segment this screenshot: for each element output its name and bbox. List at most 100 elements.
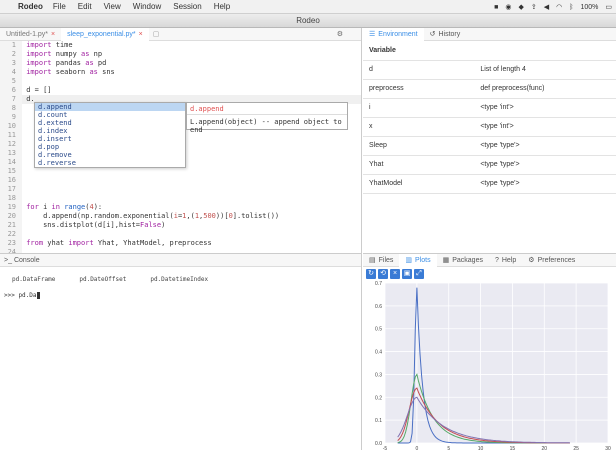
bluetooth-icon[interactable]: ᛒ xyxy=(569,4,573,11)
menu-view[interactable]: View xyxy=(104,2,121,11)
wifi-icon[interactable]: ◠ xyxy=(556,3,562,11)
table-row[interactable]: preprocess def preprocess(func) xyxy=(363,79,616,99)
autocomplete-doc: d.append L.append(object) -- append obje… xyxy=(186,102,348,134)
table-row[interactable]: x <type 'int'> xyxy=(363,117,616,137)
tab-history[interactable]: ↺ History xyxy=(424,28,467,41)
code-line: 21 sns.distplot(d[i],hist=False) xyxy=(0,221,361,230)
table-row[interactable]: i <type 'int'> xyxy=(363,98,616,118)
autocomplete-item[interactable]: d.extend xyxy=(35,119,185,127)
y-tick-label: 0.4 xyxy=(375,350,382,356)
environment-pane: ☰ Environment ↺ History Variable d List o… xyxy=(363,27,616,253)
editor-tabs: Untitled-1.py* × sleep_exponential.py* ×… xyxy=(0,27,361,41)
table-header: Variable xyxy=(363,41,616,61)
suggestion[interactable]: pd.DateOffset xyxy=(79,276,126,283)
refresh-icon[interactable]: ↻ xyxy=(366,269,376,279)
y-tick-label: 0.7 xyxy=(375,281,382,287)
doc-title: d.append xyxy=(187,103,347,115)
package-icon: ▦ xyxy=(442,256,450,264)
console-prompt[interactable]: >>> pd.Da xyxy=(4,292,40,299)
tab-label: Untitled-1.py* xyxy=(6,30,49,38)
plot-background xyxy=(385,283,608,443)
tab-files[interactable]: ▤ Files xyxy=(363,254,399,267)
code-line: 15 xyxy=(0,167,361,176)
battery-icon[interactable]: ▭ xyxy=(605,3,612,11)
tab-label: Packages xyxy=(452,256,483,264)
menu-window[interactable]: Window xyxy=(133,2,161,11)
code-line: 19 for i in range(4): xyxy=(0,203,361,212)
code-line: 2 import numpy as np xyxy=(0,50,361,59)
code-line: 1 import time xyxy=(0,41,361,50)
volume-icon[interactable]: ◀ xyxy=(544,3,549,11)
battery-text: 100% xyxy=(580,3,599,11)
plots-pane: ▤ Files ▥ Plots ▦ Packages ? Help ⚙ Preferenc… xyxy=(363,253,616,450)
menu-edit[interactable]: Edit xyxy=(78,2,92,11)
tab-environment[interactable]: ☰ Environment xyxy=(363,27,424,41)
density-plot: 0.7 0.6 0.5 0.4 0.3 0.2 0.1 0.0-5 0 5 10 15 20 25 30 xyxy=(375,281,611,450)
new-tab-icon[interactable]: ▢ xyxy=(153,30,160,38)
camera-icon[interactable]: ■ xyxy=(494,4,498,11)
rotate-icon[interactable]: ⟲ xyxy=(378,269,388,279)
autocomplete-item[interactable]: d.remove xyxy=(35,151,185,159)
autocomplete-item[interactable]: d.index xyxy=(35,127,185,135)
table-row[interactable]: d List of length 4 xyxy=(363,60,616,80)
autocomplete-item[interactable]: d.insert xyxy=(35,135,185,143)
dropbox-icon[interactable]: ◆ xyxy=(519,3,524,11)
x-tick-label: 20 xyxy=(542,446,548,450)
code-line: 4 import seaborn as sns xyxy=(0,68,361,77)
close-icon[interactable]: × xyxy=(51,28,55,41)
prompt-text: >>> pd.Da xyxy=(4,292,37,299)
x-tick-label: 30 xyxy=(605,446,611,450)
code-line: 5 xyxy=(0,77,361,86)
expand-icon[interactable]: ⤢ xyxy=(414,269,424,279)
doc-text: L.append(object) -- append object to end xyxy=(190,118,342,134)
x-tick-label: 15 xyxy=(510,446,516,450)
tab-label: Plots xyxy=(415,256,431,264)
console-pane[interactable]: >_ Console pd.DataFrame pd.DateOffset pd… xyxy=(0,253,362,450)
gear-icon[interactable]: ⚙ xyxy=(337,30,343,38)
suggestion[interactable]: pd.DatetimeIndex xyxy=(150,276,208,283)
environment-tabs: ☰ Environment ↺ History xyxy=(363,27,616,41)
code-line: 17 xyxy=(0,185,361,194)
autocomplete-item[interactable]: d.pop xyxy=(35,143,185,151)
menu-file[interactable]: File xyxy=(53,2,66,11)
x-tick-label: 0 xyxy=(415,446,418,450)
save-icon[interactable]: ▣ xyxy=(402,269,412,279)
menu-help[interactable]: Help xyxy=(214,2,230,11)
app-menu[interactable]: Rodeo xyxy=(18,2,43,11)
tab-untitled[interactable]: Untitled-1.py* × xyxy=(0,28,61,41)
tab-label: Environment xyxy=(378,30,418,38)
y-tick-label: 0.0 xyxy=(375,441,382,447)
code-line: 6 d = [] xyxy=(0,86,361,95)
table-row[interactable]: Yhat <type 'type'> xyxy=(363,155,616,175)
autocomplete-list[interactable]: d.append d.count d.extend d.index d.inse… xyxy=(34,102,186,168)
x-tick-label: 5 xyxy=(447,446,450,450)
code-line: 16 xyxy=(0,176,361,185)
suggestion[interactable]: pd.DataFrame xyxy=(12,276,55,283)
close-icon[interactable]: × xyxy=(139,28,143,41)
tab-packages[interactable]: ▦ Packages xyxy=(437,254,489,267)
code-line: 18 xyxy=(0,194,361,203)
console-header: >_ Console xyxy=(0,254,361,267)
tab-help[interactable]: ? Help xyxy=(489,254,522,267)
menu-session[interactable]: Session xyxy=(173,2,201,11)
table-row[interactable]: Sleep <type 'type'> xyxy=(363,136,616,156)
table-row[interactable]: YhatModel <type 'type'> xyxy=(363,174,616,194)
autocomplete-item[interactable]: d.reverse xyxy=(35,159,185,167)
tab-preferences[interactable]: ⚙ Preferences xyxy=(522,254,581,267)
eye-icon[interactable]: ◉ xyxy=(505,3,511,11)
autocomplete-item[interactable]: d.append xyxy=(35,103,185,111)
chart-icon: ▥ xyxy=(405,256,413,264)
close-icon[interactable]: × xyxy=(390,269,400,279)
tab-label: Help xyxy=(501,256,517,264)
upload-icon[interactable]: ⇪ xyxy=(531,3,537,11)
tab-plots[interactable]: ▥ Plots xyxy=(399,253,437,267)
tab-sleep-exponential[interactable]: sleep_exponential.py* × xyxy=(61,27,149,41)
autocomplete-item[interactable]: d.count xyxy=(35,111,185,119)
y-tick-label: 0.1 xyxy=(375,418,382,424)
text-cursor xyxy=(36,292,40,299)
y-tick-label: 0.6 xyxy=(375,304,382,310)
file-icon: ▤ xyxy=(369,256,376,264)
x-tick-label: 10 xyxy=(478,446,484,450)
tab-label: History xyxy=(438,30,461,38)
plots-tabs: ▤ Files ▥ Plots ▦ Packages ? Help ⚙ Preferenc… xyxy=(363,253,616,267)
